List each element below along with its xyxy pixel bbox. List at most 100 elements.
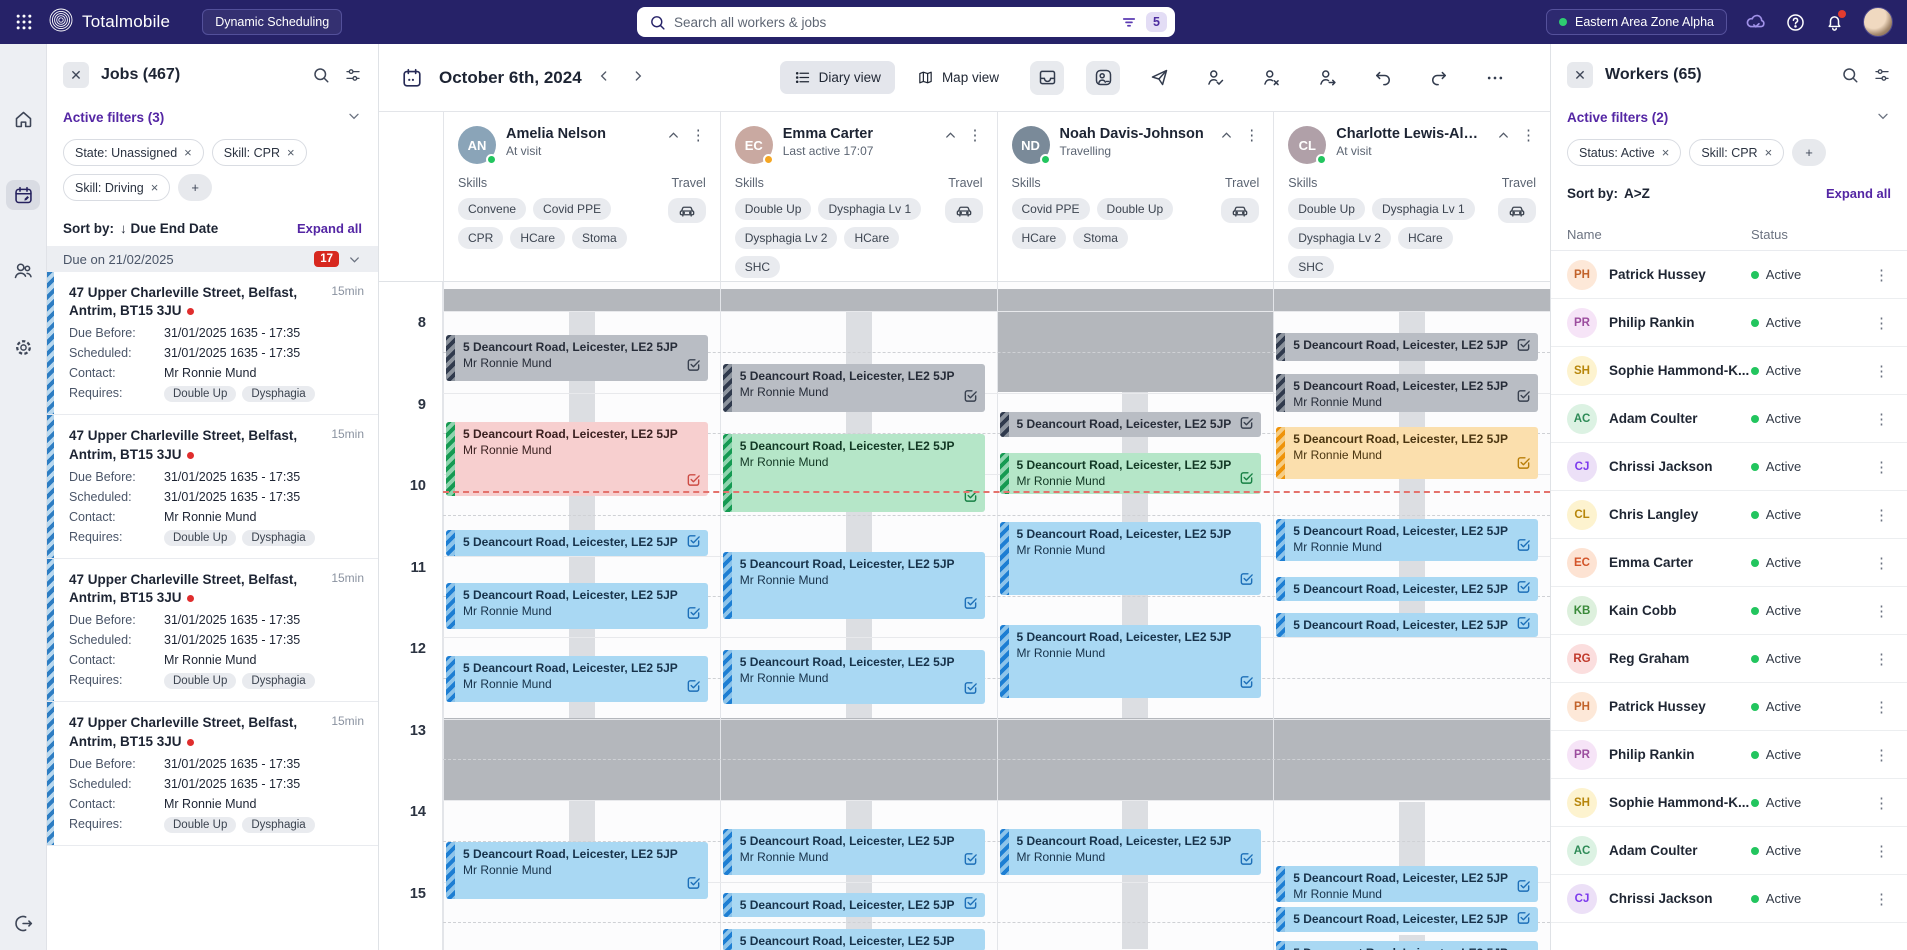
zone-selector-button[interactable]: Eastern Area Zone Alpha <box>1546 9 1727 35</box>
workers-active-filters-row[interactable]: Active filters (2) <box>1551 94 1907 129</box>
confirm-worker-icon[interactable] <box>1198 61 1232 95</box>
remove-filter-icon[interactable]: × <box>1765 145 1773 160</box>
row-menu-icon[interactable]: ⋮ <box>1866 598 1897 624</box>
visit-block[interactable]: 5 Deancourt Road, Leicester, LE2 5JP <box>1000 412 1262 437</box>
tab-map-view[interactable]: Map view <box>903 61 1013 94</box>
visit-block[interactable]: 5 Deancourt Road, Leicester, LE2 5JPMr R… <box>723 829 985 875</box>
worker-list-row[interactable]: PRPhilip RankinActive⋮ <box>1551 731 1907 779</box>
visit-block[interactable]: 5 Deancourt Road, Leicester, LE2 5JP <box>1276 613 1538 637</box>
visit-block[interactable]: 5 Deancourt Road, Leicester, LE2 5JP <box>723 893 985 917</box>
row-menu-icon[interactable]: ⋮ <box>1866 550 1897 576</box>
jobs-filter-settings-icon[interactable] <box>344 66 362 84</box>
worker-list-row[interactable]: CLChris LangleyActive⋮ <box>1551 491 1907 539</box>
jobs-search-icon[interactable] <box>312 66 330 84</box>
worker-list-row[interactable]: SHSophie Hammond-K...Active⋮ <box>1551 779 1907 827</box>
filter-chip[interactable]: Status: Active× <box>1567 139 1681 166</box>
visit-block[interactable]: 5 Deancourt Road, Leicester, LE2 5JPMr R… <box>1000 625 1262 698</box>
worker-list-row[interactable]: PRPhilip RankinActive⋮ <box>1551 299 1907 347</box>
visit-block[interactable]: 5 Deancourt Road, Leicester, LE2 5JPMr R… <box>446 335 708 381</box>
worker-list-row[interactable]: ACAdam CoulterActive⋮ <box>1551 395 1907 443</box>
visit-block[interactable]: 5 Deancourt Road, Leicester, LE2 5JPMr R… <box>723 650 985 704</box>
row-menu-icon[interactable]: ⋮ <box>1866 838 1897 864</box>
filter-chip[interactable]: Skill: CPR× <box>1689 139 1784 166</box>
jobs-group-header[interactable]: Due on 21/02/2025 17 <box>47 246 378 272</box>
remove-filter-icon[interactable]: × <box>151 180 159 195</box>
visit-block[interactable]: 5 Deancourt Road, Leicester, LE2 5JPMr R… <box>1000 522 1262 595</box>
more-options-icon[interactable] <box>1478 61 1512 95</box>
row-menu-icon[interactable]: ⋮ <box>1866 310 1897 336</box>
remove-filter-icon[interactable]: × <box>287 145 295 160</box>
chevron-down-icon[interactable] <box>347 252 362 267</box>
visit-block[interactable]: 5 Deancourt Road, Leicester, LE2 5JPMr R… <box>1000 829 1262 875</box>
worker-list-row[interactable]: ACAdam CoulterActive⋮ <box>1551 827 1907 875</box>
visit-block[interactable]: 5 Deancourt Road, Leicester, LE2 5JP <box>1276 907 1538 932</box>
add-filter-button[interactable]: + <box>1792 139 1826 166</box>
filter-chip[interactable]: State: Unassigned× <box>63 139 204 166</box>
logout-icon[interactable] <box>6 908 40 938</box>
visit-block[interactable]: 5 Deancourt Road, Leicester, LE2 5JPMr R… <box>1276 374 1538 412</box>
worker-list-row[interactable]: KBKain CobbActive⋮ <box>1551 587 1907 635</box>
row-menu-icon[interactable]: ⋮ <box>1866 262 1897 288</box>
assign-worker-icon[interactable] <box>1086 61 1120 95</box>
collapse-column-icon[interactable] <box>666 128 681 143</box>
filter-chip[interactable]: Skill: CPR× <box>212 139 307 166</box>
worker-list-row[interactable]: CJChrissi JacksonActive⋮ <box>1551 875 1907 923</box>
sidebar-item-settings[interactable] <box>6 332 40 362</box>
row-menu-icon[interactable]: ⋮ <box>1866 790 1897 816</box>
worker-avatar[interactable]: CL <box>1288 126 1326 164</box>
workers-filter-settings-icon[interactable] <box>1873 66 1891 84</box>
chevron-down-icon[interactable] <box>346 108 362 127</box>
visit-block[interactable]: 5 Deancourt Road, Leicester, LE2 5JPMr R… <box>723 434 985 512</box>
collapse-column-icon[interactable] <box>1219 128 1234 143</box>
visit-block[interactable]: 5 Deancourt Road, Leicester, LE2 5JPMr R… <box>1276 866 1538 902</box>
worker-list-row[interactable]: CJChrissi JacksonActive⋮ <box>1551 443 1907 491</box>
row-menu-icon[interactable]: ⋮ <box>1866 406 1897 432</box>
undo-icon[interactable] <box>1366 61 1400 95</box>
jobs-sort-value[interactable]: ↓ Due End Date <box>120 221 218 236</box>
chevron-down-icon[interactable] <box>1875 108 1891 127</box>
filter-chip[interactable]: Skill: Driving× <box>63 174 170 201</box>
worker-list-row[interactable]: PHPatrick HusseyActive⋮ <box>1551 251 1907 299</box>
remove-filter-icon[interactable]: × <box>1662 145 1670 160</box>
worker-avatar[interactable]: EC <box>735 126 773 164</box>
row-menu-icon[interactable]: ⋮ <box>1866 742 1897 768</box>
collapse-column-icon[interactable] <box>1496 128 1511 143</box>
visit-block[interactable]: 5 Deancourt Road, Leicester, LE2 5JP <box>723 929 985 950</box>
row-menu-icon[interactable]: ⋮ <box>1866 694 1897 720</box>
workers-panel-close-button[interactable]: ✕ <box>1567 62 1593 88</box>
visit-block[interactable]: 5 Deancourt Road, Leicester, LE2 5JP <box>446 530 708 556</box>
user-avatar[interactable] <box>1863 7 1893 37</box>
tab-diary-view[interactable]: Diary view <box>780 61 895 94</box>
help-icon[interactable] <box>1785 12 1806 33</box>
job-card[interactable]: 47 Upper Charleville Street, Belfast, An… <box>47 702 378 845</box>
job-card[interactable]: 47 Upper Charleville Street, Belfast, An… <box>47 415 378 558</box>
sidebar-item-workers[interactable] <box>6 256 40 286</box>
inbox-icon[interactable] <box>1030 61 1064 95</box>
row-menu-icon[interactable]: ⋮ <box>1866 454 1897 480</box>
visit-block[interactable]: 5 Deancourt Road, Leicester, LE2 5JPMr R… <box>1276 519 1538 561</box>
column-menu-icon[interactable]: ⋮ <box>1521 126 1536 144</box>
row-menu-icon[interactable]: ⋮ <box>1866 886 1897 912</box>
unassign-worker-icon[interactable] <box>1254 61 1288 95</box>
app-grid-menu-button[interactable] <box>14 12 34 32</box>
workers-expand-all-link[interactable]: Expand all <box>1826 186 1891 201</box>
visit-block[interactable]: 5 Deancourt Road, Leicester, LE2 5JPMr R… <box>446 842 708 899</box>
search-filter-count-badge[interactable]: 5 <box>1146 12 1167 32</box>
workers-sort-value[interactable]: A>Z <box>1624 186 1650 201</box>
send-jobs-icon[interactable] <box>1142 61 1176 95</box>
worker-list-row[interactable]: PHPatrick HusseyActive⋮ <box>1551 683 1907 731</box>
visit-block[interactable]: 5 Deancourt Road, Leicester, LE2 5JPMr R… <box>723 364 985 412</box>
search-input[interactable] <box>674 15 1112 30</box>
column-menu-icon[interactable]: ⋮ <box>1244 126 1259 144</box>
column-menu-icon[interactable]: ⋮ <box>691 126 706 144</box>
worker-list-row[interactable]: ECEmma CarterActive⋮ <box>1551 539 1907 587</box>
row-menu-icon[interactable]: ⋮ <box>1866 646 1897 672</box>
worker-avatar[interactable]: AN <box>458 126 496 164</box>
worker-list-row[interactable]: RGReg GrahamActive⋮ <box>1551 635 1907 683</box>
remove-filter-icon[interactable]: × <box>184 145 192 160</box>
row-menu-icon[interactable]: ⋮ <box>1866 502 1897 528</box>
global-search[interactable]: 5 <box>637 7 1175 37</box>
jobs-active-filters-row[interactable]: Active filters (3) <box>47 94 378 129</box>
reallocate-worker-icon[interactable] <box>1310 61 1344 95</box>
column-menu-icon[interactable]: ⋮ <box>968 126 983 144</box>
